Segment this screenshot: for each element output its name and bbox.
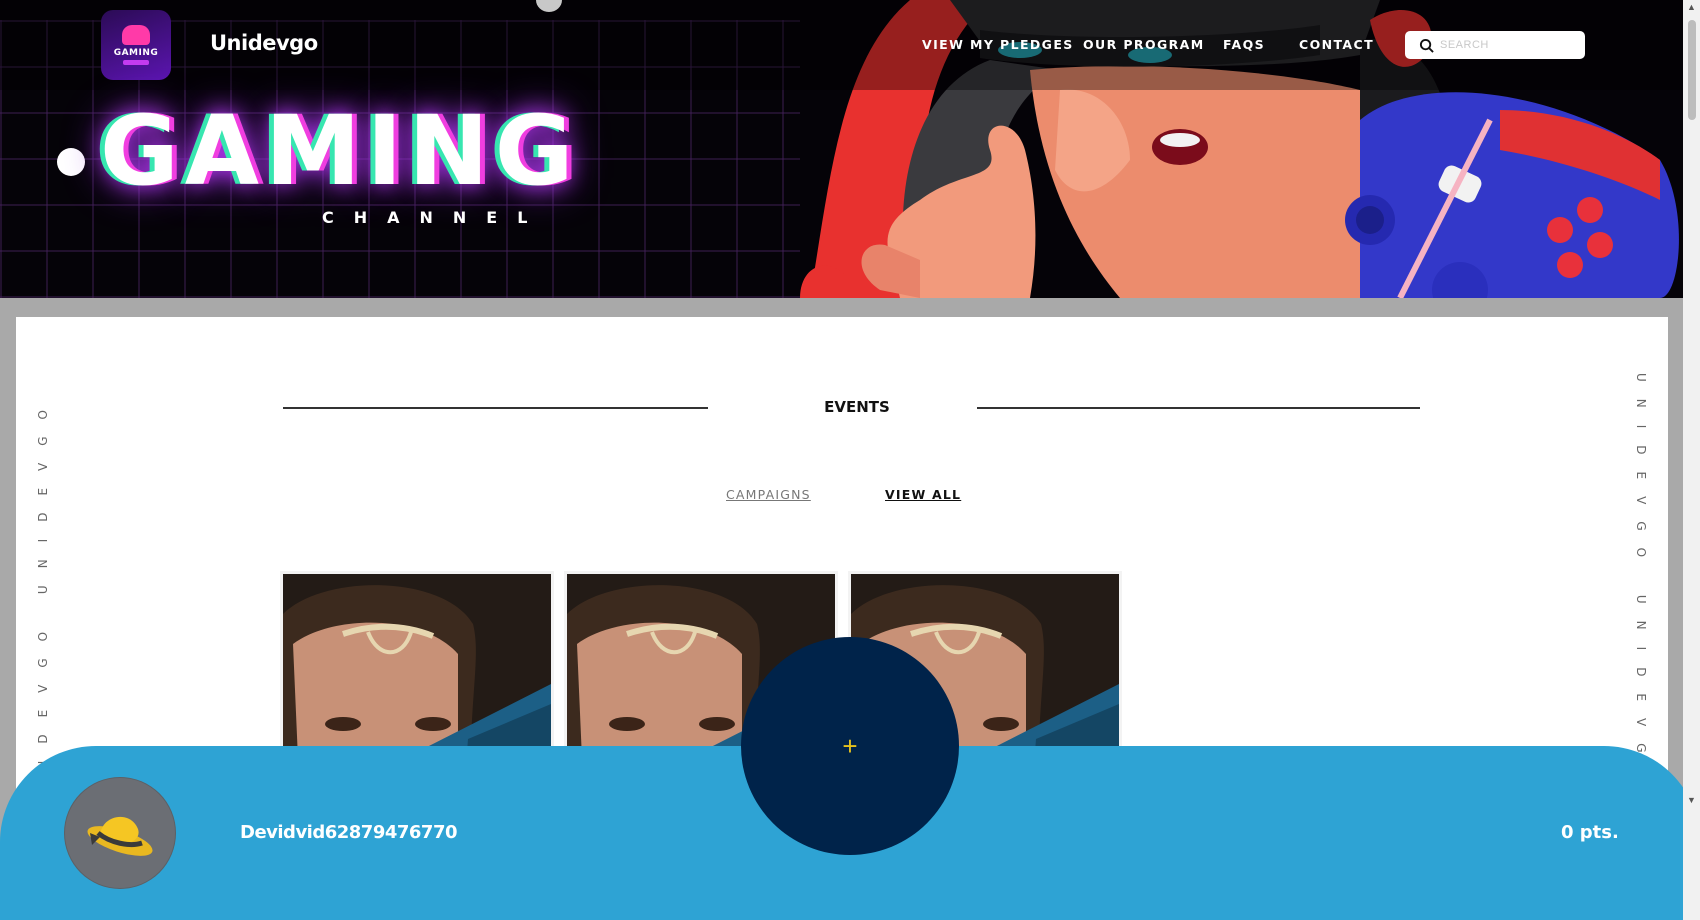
tab-view-all[interactable]: VIEW ALL — [885, 487, 961, 502]
plus-icon: + — [842, 731, 858, 761]
search-icon — [1419, 38, 1434, 53]
scrollbar[interactable]: ▲ ▼ — [1683, 0, 1700, 920]
hat-icon — [87, 816, 153, 856]
hero-banner: GAMING Unidevgo VIEW MY PLEDGES OUR PROG… — [0, 0, 1683, 298]
side-text-right: UNIDEVGO UNIDEVGO — [1634, 373, 1648, 796]
nav-our-program[interactable]: OUR PROGRAM — [1083, 37, 1205, 52]
scroll-up-icon[interactable]: ▲ — [1687, 2, 1696, 12]
decor-dot-left — [57, 148, 85, 176]
brand-name[interactable]: Unidevgo — [210, 31, 318, 55]
hero-subtitle: CHANNEL — [322, 208, 548, 227]
nav-faqs[interactable]: FAQS — [1223, 37, 1265, 52]
events-divider-left — [283, 407, 708, 409]
nav-view-my-pledges[interactable]: VIEW MY PLEDGES — [922, 37, 1074, 52]
search-box[interactable] — [1405, 31, 1585, 59]
search-input[interactable] — [1440, 39, 1570, 51]
username: Devidvid62879476770 — [240, 822, 458, 843]
avatar[interactable] — [65, 778, 175, 888]
scroll-thumb[interactable] — [1688, 20, 1696, 120]
scroll-down-icon[interactable]: ▼ — [1687, 795, 1696, 805]
logo-text: GAMING — [113, 48, 159, 58]
tab-campaigns[interactable]: CAMPAIGNS — [726, 487, 811, 502]
hero-title: GAMING — [100, 95, 580, 207]
side-text-left: UNIDEVGO UNIDEVGO — [36, 393, 50, 816]
mask-icon — [122, 25, 150, 45]
page: GAMING Unidevgo VIEW MY PLEDGES OUR PROG… — [0, 0, 1700, 920]
add-button[interactable]: + — [741, 637, 959, 855]
section-title: EVENTS — [824, 398, 890, 416]
events-divider-right — [977, 407, 1420, 409]
nav-contact[interactable]: CONTACT — [1299, 37, 1374, 52]
gaming-logo[interactable]: GAMING — [101, 10, 171, 80]
points-display: 0 pts. — [1561, 822, 1619, 843]
logo-ribbon — [123, 60, 149, 65]
